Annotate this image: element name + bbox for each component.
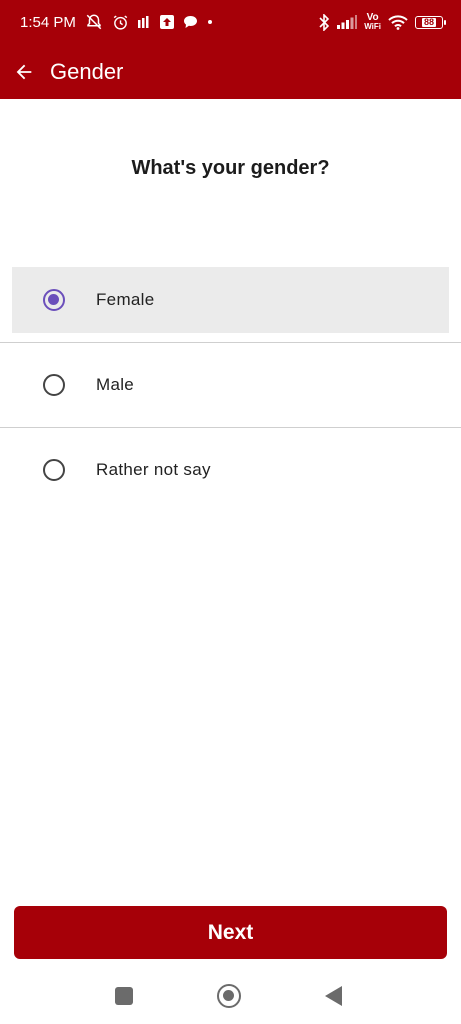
next-button[interactable]: Next (14, 906, 447, 959)
gender-options-list: Female Male Rather not say (0, 267, 461, 512)
battery-level: 88 (421, 16, 436, 27)
vowifi-bottom-label: WiFi (364, 22, 381, 31)
option-male[interactable]: Male (0, 343, 461, 427)
vowifi-top-label: Vo (366, 12, 379, 23)
alarm-icon (112, 14, 129, 31)
option-female[interactable]: Female (0, 267, 461, 342)
radio-rather-not-say[interactable] (43, 459, 65, 481)
dot-icon (207, 19, 213, 25)
signal-bars-icon (137, 16, 151, 28)
system-nav-bar (0, 968, 461, 1024)
chat-bubble-icon (183, 15, 198, 29)
app-bar: Gender (0, 44, 461, 99)
status-bar: 1:54 PM Vo WiFi 88 (0, 0, 461, 44)
recents-square-icon[interactable] (115, 987, 133, 1005)
option-rather-not-say[interactable]: Rather not say (0, 428, 461, 512)
cell-signal-icon (337, 15, 358, 29)
option-label-female: Female (96, 290, 155, 309)
mute-notification-icon (85, 13, 103, 31)
wifi-icon (388, 14, 408, 30)
status-left-group: 1:54 PM (20, 13, 213, 31)
radio-male[interactable] (43, 374, 65, 396)
arrow-left-icon (16, 64, 32, 79)
radio-female[interactable] (43, 289, 65, 311)
question-heading: What's your gender? (131, 157, 330, 179)
option-male-row: Male (0, 352, 461, 418)
upload-icon (159, 15, 174, 29)
home-circle-icon[interactable] (217, 984, 241, 1008)
status-right-group: Vo WiFi 88 (319, 12, 446, 32)
option-rather-not-say-row: Rather not say (0, 437, 461, 503)
bluetooth-icon (319, 13, 330, 31)
back-triangle-icon[interactable] (325, 986, 342, 1006)
status-time: 1:54 PM (20, 13, 76, 31)
page-title: Gender (50, 58, 124, 84)
option-female-row: Female (0, 267, 461, 333)
back-button[interactable] (12, 60, 36, 84)
option-label-male: Male (96, 375, 135, 394)
vowifi-icon: Vo WiFi (364, 12, 381, 32)
battery-icon: 88 (415, 15, 446, 29)
option-label-rather-not-say: Rather not say (96, 460, 211, 479)
